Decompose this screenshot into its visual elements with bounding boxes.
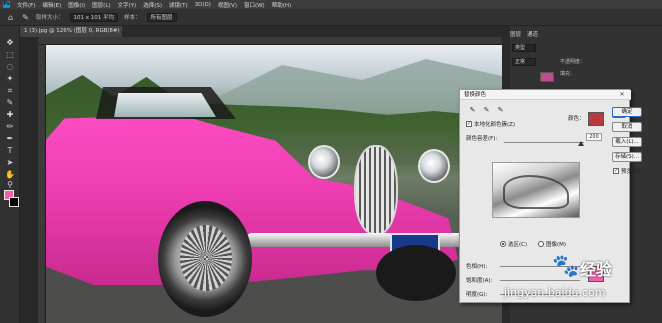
menu-item-image[interactable]: 图像(I) xyxy=(68,1,85,9)
baidu-jingyan-watermark: 🐾 经验 jingyan.baidu.com xyxy=(494,252,634,308)
tools-panel: ✥ ⬚ ◌ ✦ ⌗ ✎ ✚ ✏ ✒ T ➤ ✋ ⚲ xyxy=(0,26,20,323)
load-button[interactable]: 载入(L)... xyxy=(612,137,642,147)
watermark-url: jingyan.baidu.com xyxy=(504,286,606,299)
menu-item-file[interactable]: 文件(F) xyxy=(17,1,35,9)
image-radio[interactable]: 图像(M) xyxy=(538,240,566,248)
eyedropper-icon[interactable]: ✎ xyxy=(468,106,477,115)
selected-color-swatch[interactable] xyxy=(588,112,604,126)
close-icon[interactable]: ✕ xyxy=(618,91,626,99)
eyedropper-minus-icon[interactable]: ✎ xyxy=(496,106,505,115)
radio-image-dot xyxy=(538,241,544,247)
preview-label: 预览(P) xyxy=(621,169,640,175)
cancel-button-right[interactable]: 取消 xyxy=(612,122,642,132)
car-grille xyxy=(354,145,398,235)
path-select-icon[interactable]: ➤ xyxy=(2,158,18,168)
car-photo xyxy=(46,45,502,323)
opacity-label: 不透明度： xyxy=(560,59,586,65)
menu-item-select[interactable]: 选择(S) xyxy=(143,1,162,9)
ok-button-right[interactable]: 确定 xyxy=(612,107,642,117)
move-tool-icon[interactable]: ✥ xyxy=(2,38,18,48)
preview-checkbox-box: ✓ xyxy=(613,168,619,174)
brush-tool-icon[interactable]: ✏ xyxy=(2,122,18,132)
car-front-wheel-right xyxy=(376,245,456,301)
fuzziness-slider-track[interactable] xyxy=(504,142,584,143)
document-tab-bar: 1 (3).jpg @ 126% (图层 0, RGB/8#) * xyxy=(20,26,502,37)
layer-thumbnail[interactable] xyxy=(540,72,554,82)
menu-item-type[interactable]: 文字(Y) xyxy=(118,1,137,9)
selection-radio-label: 选区(C) xyxy=(508,242,528,248)
preview-checkbox[interactable]: ✓ 预览(P) xyxy=(613,167,640,175)
color-label: 颜色： xyxy=(568,116,585,122)
checkbox-box: ✓ xyxy=(466,121,472,127)
car-windshield-glass xyxy=(114,93,216,117)
layer-kind-filter[interactable]: 类型 xyxy=(512,44,536,52)
zoom-tool-icon[interactable]: ⚲ xyxy=(2,180,18,190)
lasso-tool-icon[interactable]: ◌ xyxy=(2,62,18,72)
home-icon[interactable]: ⌂ xyxy=(6,13,15,22)
type-tool-icon[interactable]: T xyxy=(2,146,18,156)
eyedropper-plus-icon[interactable]: ✎ xyxy=(482,106,491,115)
mountain-background xyxy=(186,59,502,113)
fill-label: 填充： xyxy=(560,71,576,77)
menu-item-layer[interactable]: 图层(L) xyxy=(92,1,110,9)
eyedropper-tool-icon[interactable]: ✎ xyxy=(21,13,30,22)
sample-size-label: 取样大小： xyxy=(36,15,64,21)
lightness-label: 明度(G): xyxy=(466,292,488,298)
localized-clusters-label: 本地化颜色簇(Z) xyxy=(474,122,516,128)
healing-brush-icon[interactable]: ✚ xyxy=(2,110,18,120)
image-radio-label: 图像(M) xyxy=(546,242,567,248)
dialog-title: 替换颜色 xyxy=(460,90,631,100)
canvas[interactable] xyxy=(46,45,502,323)
photoshop-logo: Ps xyxy=(3,1,10,8)
pen-tool-icon[interactable]: ✒ xyxy=(2,134,18,144)
selection-preview xyxy=(492,162,580,218)
options-bar: ⌂ ✎ 取样大小： 101 x 101 平均 样本： 所有图层 xyxy=(0,9,662,26)
saturation-label: 饱和度(A): xyxy=(466,278,493,284)
sample-from-label: 样本： xyxy=(124,15,141,21)
crop-tool-icon[interactable]: ⌗ xyxy=(2,86,18,96)
paw-logo-icon: 🐾 xyxy=(552,254,580,279)
car-headlamp-left xyxy=(308,145,340,179)
menu-item-view[interactable]: 视图(V) xyxy=(218,1,237,9)
sample-size-dropdown[interactable]: 101 x 101 平均 xyxy=(69,12,119,22)
menu-bar: Ps 文件(F) 编辑(E) 图像(I) 图层(L) 文字(Y) 选择(S) 滤… xyxy=(0,0,662,9)
menu-item-filter[interactable]: 滤镜(T) xyxy=(169,1,188,9)
photoshop-window: Ps 文件(F) 编辑(E) 图像(I) 图层(L) 文字(Y) 选择(S) 滤… xyxy=(0,0,662,323)
selection-radio[interactable]: 选区(C) xyxy=(500,240,527,248)
car-headlamp-right xyxy=(418,149,450,183)
background-color-swatch[interactable] xyxy=(9,197,19,207)
localized-clusters-checkbox[interactable]: ✓ 本地化颜色簇(Z) xyxy=(466,120,515,128)
menu-item-help[interactable]: 帮助(H) xyxy=(272,1,291,9)
menu-item-3d[interactable]: 3D(D) xyxy=(195,2,211,8)
marquee-tool-icon[interactable]: ⬚ xyxy=(2,50,18,60)
vertical-ruler xyxy=(38,45,46,323)
save-button[interactable]: 存储(S)... xyxy=(612,152,642,162)
quick-select-tool-icon[interactable]: ✦ xyxy=(2,74,18,84)
car-bumper xyxy=(246,233,478,247)
menu-item-window[interactable]: 窗口(W) xyxy=(244,1,265,9)
fuzziness-input[interactable]: 200 xyxy=(586,133,602,141)
document-tab[interactable]: 1 (3).jpg @ 126% (图层 0, RGB/8#) * xyxy=(20,26,122,37)
fuzziness-slider-thumb[interactable] xyxy=(578,141,584,146)
hue-label: 色相(H): xyxy=(466,264,488,270)
fuzziness-label: 颜色容差(F): xyxy=(466,136,498,142)
blend-mode-dropdown[interactable]: 正常 xyxy=(512,58,536,66)
tab-channels[interactable]: 通道 xyxy=(527,30,538,40)
car-wire-rim xyxy=(180,225,232,291)
preview-car-outline xyxy=(503,175,569,209)
sample-from-dropdown[interactable]: 所有图层 xyxy=(146,12,177,22)
eyedropper-icon[interactable]: ✎ xyxy=(2,98,18,108)
menu-item-edit[interactable]: 编辑(E) xyxy=(42,1,61,9)
layers-panel-tabs: 图层 通道 xyxy=(510,30,660,40)
watermark-brand: 经验 xyxy=(580,260,613,279)
horizontal-ruler xyxy=(38,37,502,45)
radio-selection-dot xyxy=(500,241,506,247)
tab-layers[interactable]: 图层 xyxy=(510,30,521,40)
hand-tool-icon[interactable]: ✋ xyxy=(2,170,18,180)
